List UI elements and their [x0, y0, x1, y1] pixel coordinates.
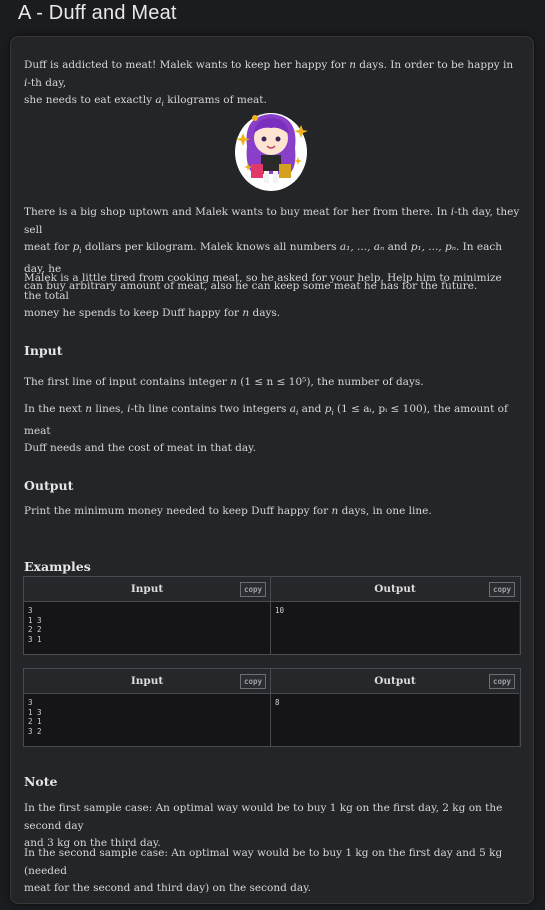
examples-heading: Examples	[24, 559, 91, 574]
copy-output-button[interactable]: copy	[488, 582, 515, 597]
example-2-output[interactable]: 8	[271, 694, 519, 746]
output-label: Output	[374, 675, 416, 687]
example-2-output-header: Output copy	[271, 669, 519, 694]
example-1-output[interactable]: 10	[271, 602, 519, 654]
legend-paragraph-1: Duff is addicted to meat! Malek wants to…	[24, 59, 514, 109]
problem-statement-card: Duff is addicted to meat! Malek wants to…	[10, 36, 534, 904]
note-heading: Note	[24, 774, 58, 789]
page-title: A - Duff and Meat	[18, 2, 177, 24]
example-2: Input copy Output copy 3 1 3 2 1 3 2 8	[23, 668, 521, 747]
example-1-input-header: Input copy	[24, 577, 271, 602]
copy-input-button[interactable]: copy	[239, 674, 266, 689]
copy-input-button[interactable]: copy	[239, 582, 266, 597]
example-1: Input copy Output copy 3 1 3 2 2 3 1 10	[23, 576, 521, 655]
input-spec-1: The first line of input contains integer…	[24, 376, 424, 388]
input-spec-2: In the next n lines, i-th line contains …	[24, 403, 508, 455]
input-label: Input	[130, 583, 164, 595]
output-label: Output	[374, 583, 416, 595]
copy-output-button[interactable]: copy	[488, 674, 515, 689]
example-2-input[interactable]: 3 1 3 2 1 3 2	[24, 694, 271, 746]
duff-illustration	[233, 108, 309, 192]
output-spec: Print the minimum money needed to keep D…	[24, 505, 432, 517]
example-1-output-header: Output copy	[271, 577, 519, 602]
output-heading: Output	[24, 478, 74, 493]
input-label: Input	[130, 675, 164, 687]
legend-paragraph-3: Malek is a little tired from cooking mea…	[24, 272, 502, 319]
example-1-input[interactable]: 3 1 3 2 2 3 1	[24, 602, 271, 654]
input-heading: Input	[24, 343, 63, 358]
anime-girl-image	[235, 113, 308, 191]
example-2-input-header: Input copy	[24, 669, 271, 694]
note-paragraph-2: In the second sample case: An optimal wa…	[24, 847, 503, 894]
